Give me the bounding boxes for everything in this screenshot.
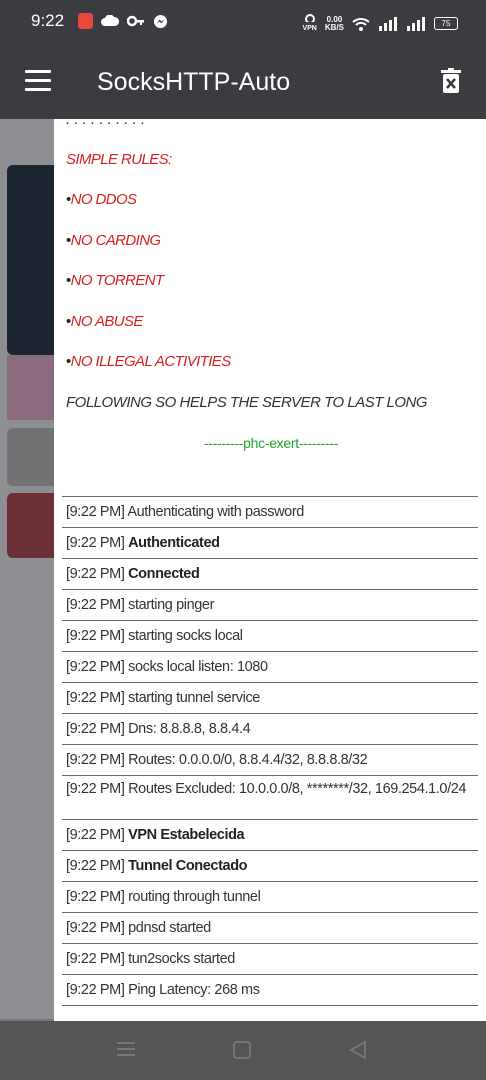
log-row: [9:22 PM] Tunnel Conectado [62,851,478,882]
vpn-indicator: VPN [302,14,317,33]
home-icon[interactable] [233,1041,251,1059]
rule-item: •NO DDOS [66,191,137,208]
log-row: [9:22 PM] tun2socks started [62,944,478,975]
key-icon [127,15,144,27]
delete-icon[interactable] [441,68,461,93]
back-icon[interactable] [349,1041,367,1059]
log-row: [9:22 PM] pdnsd started [62,913,478,944]
recent-apps-icon[interactable] [117,1041,135,1057]
rule-item: •NO CARDING [66,232,161,249]
log-list[interactable]: [9:22 PM] Authenticating with password [… [62,496,478,1006]
net-speed-unit: KB/S [324,22,344,32]
app-bar: SocksHTTP-Auto [0,44,486,119]
log-row: [9:22 PM] Dns: 8.8.8.8, 8.8.4.4 [62,714,478,745]
system-nav-bar [0,1021,486,1080]
log-row: [9:22 PM] Authenticating with password [62,497,478,528]
signal-2-icon [407,16,425,31]
status-time: 9:22 [31,11,65,30]
log-row: [9:22 PM] starting socks local [62,621,478,652]
log-row: [9:22 PM] starting pinger [62,590,478,621]
battery-icon: 75 [434,17,458,30]
log-row: [9:22 PM] Ping Latency: 268 ms [62,975,478,1006]
log-dialog[interactable]: . . . . . . . . . . SIMPLE RULES: •NO DD… [54,119,486,1021]
log-row: [9:22 PM] socks local listen: 1080 [62,652,478,683]
log-row: [9:22 PM] VPN Estabelecida [62,820,478,851]
clipped-text: . . . . . . . . . . [66,119,266,127]
messenger-icon [153,14,168,28]
signal-icon [379,16,397,31]
signature-text: ---------phc-exert--------- [203,435,339,451]
rule-item: •NO ABUSE [66,313,143,330]
log-row: [9:22 PM] Connected [62,559,478,590]
vpn-label: VPN [302,25,317,32]
rule-item: •NO ILLEGAL ACTIVITIES [66,353,231,370]
log-row: [9:22 PM] Routes: 0.0.0.0/0, 8.8.4.4/32,… [62,745,478,776]
app-title: SocksHTTP-Auto [97,68,291,96]
net-speed: 0.00 KB/S [324,15,344,32]
log-row: [9:22 PM] Authenticated [62,528,478,559]
wifi-icon [352,17,370,31]
log-row: [9:22 PM] routing through tunnel [62,882,478,913]
notification-icons [78,13,168,29]
log-row: [9:22 PM] Routes Excluded: 10.0.0.0/8, *… [62,776,478,820]
log-row: [9:22 PM] starting tunnel service [62,683,478,714]
rule-item: •NO TORRENT [66,272,164,289]
status-right-icons: VPN 0.00 KB/S 75 [302,14,458,33]
following-text: FOLLOWING SO HELPS THE SERVER TO LAST LO… [66,394,428,411]
rules-heading: SIMPLE RULES: [66,151,172,168]
vpn-key-icon [304,14,315,24]
cloud-icon [101,15,119,26]
status-bar: 9:22 VPN 0.00 KB/S 75 [0,0,486,44]
menu-icon[interactable] [25,70,51,97]
app-notification-icon [78,13,93,29]
